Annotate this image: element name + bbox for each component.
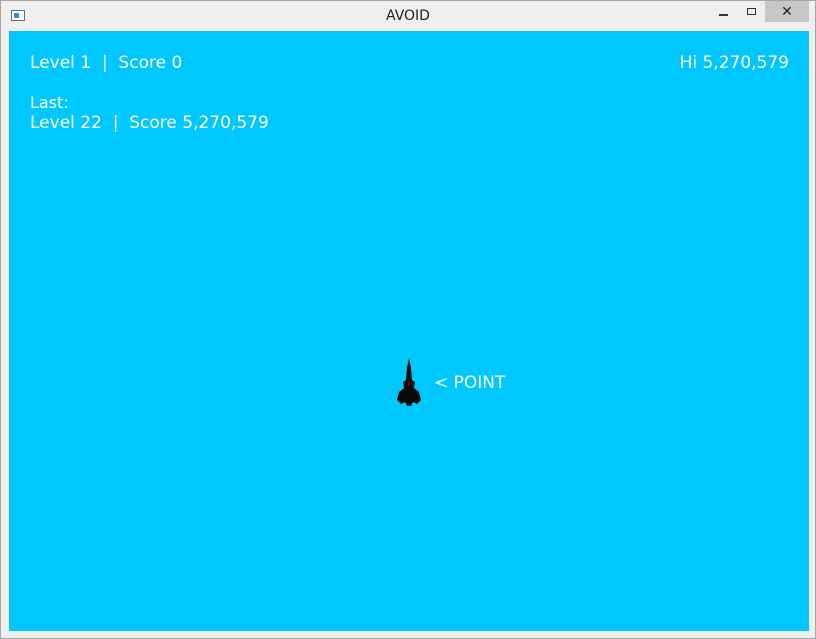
point-label: < POINT bbox=[434, 373, 506, 393]
game-canvas[interactable]: Level 1 | Score 0 Hi 5,270,579 Last: Lev… bbox=[9, 31, 809, 631]
high-score: Hi 5,270,579 bbox=[679, 53, 789, 73]
spaceship-icon bbox=[397, 358, 421, 406]
minimize-icon bbox=[718, 13, 728, 16]
close-button[interactable]: ✕ bbox=[765, 1, 809, 22]
title-bar[interactable]: AVOID ✕ bbox=[1, 1, 815, 31]
maximize-icon bbox=[746, 8, 756, 15]
maximize-button[interactable] bbox=[737, 1, 765, 22]
window-title: AVOID bbox=[386, 8, 430, 24]
last-level-score: Level 22 | Score 5,270,579 bbox=[30, 113, 269, 133]
last-label: Last: bbox=[30, 93, 69, 112]
minimize-button[interactable] bbox=[709, 1, 737, 22]
app-window: AVOID ✕ Level 1 | Score 0 Hi 5,270,579 L… bbox=[0, 0, 816, 639]
current-level-score: Level 1 | Score 0 bbox=[30, 53, 183, 73]
close-icon: ✕ bbox=[781, 3, 793, 20]
